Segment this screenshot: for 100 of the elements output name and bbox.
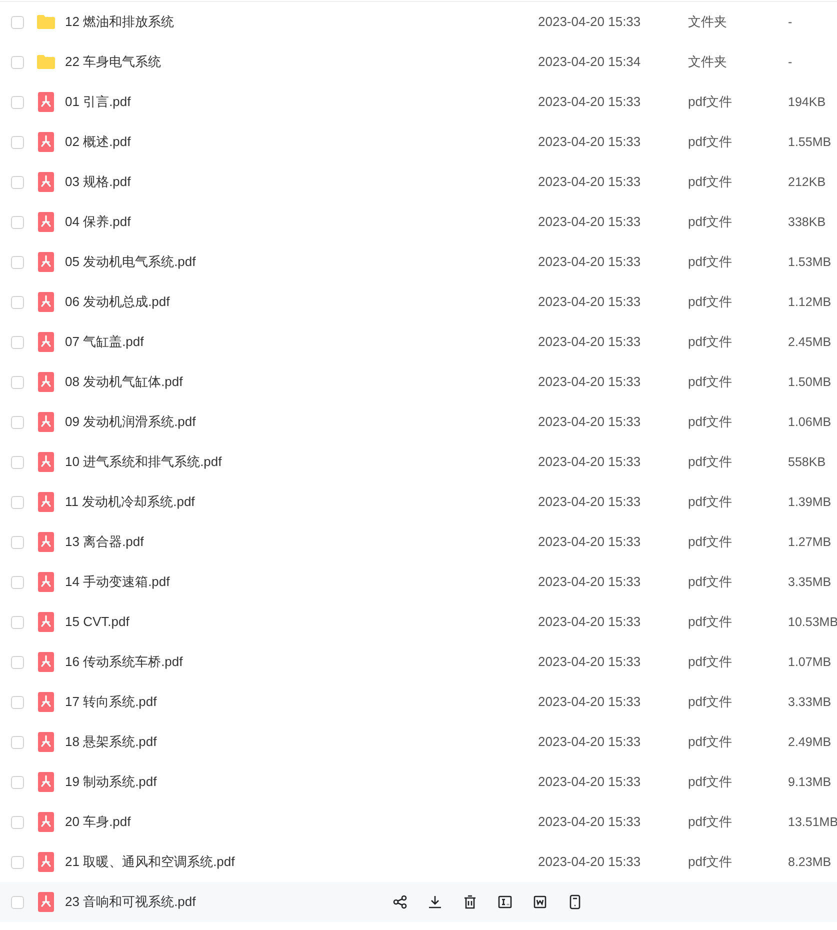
pdf-icon: [38, 732, 54, 752]
file-size: 558KB: [788, 454, 826, 471]
file-type: pdf文件: [688, 773, 734, 792]
file-name[interactable]: 03 规格.pdf: [65, 172, 375, 192]
file-size: 3.33MB: [788, 694, 832, 711]
checkbox[interactable]: [11, 496, 24, 508]
file-name[interactable]: 01 引言.pdf: [65, 92, 375, 112]
checkbox[interactable]: [11, 736, 24, 748]
folder-icon: [36, 14, 56, 30]
file-name[interactable]: 18 悬架系统.pdf: [65, 732, 375, 752]
file-size: 194KB: [788, 94, 826, 111]
checkbox[interactable]: [11, 576, 24, 588]
file-name[interactable]: 11 发动机冷却系统.pdf: [65, 492, 375, 512]
file-name[interactable]: 14 手动变速箱.pdf: [65, 572, 375, 592]
file-size: 2.45MB: [788, 334, 832, 351]
checkbox[interactable]: [11, 776, 24, 788]
checkbox[interactable]: [11, 296, 24, 308]
checkbox[interactable]: [11, 616, 24, 628]
file-name[interactable]: 20 车身.pdf: [65, 812, 375, 832]
folder-icon: [36, 54, 56, 70]
modified-date: 2023-04-20 15:33: [538, 413, 642, 432]
file-name[interactable]: 06 发动机总成.pdf: [65, 292, 375, 312]
pdf-icon: [38, 252, 54, 272]
modified-date: 2023-04-20 15:33: [538, 13, 642, 32]
file-type: pdf文件: [688, 93, 734, 112]
pdf-icon: [38, 892, 54, 912]
file-type: pdf文件: [688, 613, 734, 632]
file-size: 1.06MB: [788, 414, 832, 431]
checkbox[interactable]: [11, 336, 24, 348]
file-name[interactable]: 05 发动机电气系统.pdf: [65, 252, 375, 272]
file-type: pdf文件: [688, 373, 734, 392]
pdf-icon: [38, 532, 54, 552]
modified-date: 2023-04-20 15:33: [538, 613, 642, 632]
file-size: 8.23MB: [788, 854, 832, 871]
file-type: pdf文件: [688, 413, 734, 432]
checkbox[interactable]: [11, 696, 24, 708]
file-name[interactable]: 17 转向系统.pdf: [65, 692, 375, 712]
file-name[interactable]: 16 传动系统车桥.pdf: [65, 652, 375, 672]
checkbox[interactable]: [11, 256, 24, 268]
file-size: 1.53MB: [788, 254, 832, 271]
file-type: pdf文件: [688, 853, 734, 872]
file-name[interactable]: 19 制动系统.pdf: [65, 772, 375, 792]
file-name[interactable]: 22 车身电气系统: [65, 52, 375, 72]
checkbox[interactable]: [11, 56, 24, 68]
file-size: 3.35MB: [788, 574, 832, 591]
modified-date: 2023-04-20 15:33: [538, 133, 642, 152]
file-name[interactable]: 09 发动机润滑系统.pdf: [65, 412, 375, 432]
file-type: pdf文件: [688, 453, 734, 472]
modified-date: 2023-04-20 15:33: [538, 293, 642, 312]
file-type: pdf文件: [688, 333, 734, 352]
file-size: 10.53MB: [788, 614, 837, 631]
modified-date: 2023-04-20 15:33: [538, 253, 642, 272]
file-name[interactable]: 12 燃油和排放系统: [65, 12, 375, 32]
file-size: 1.55MB: [788, 134, 832, 151]
modified-date: 2023-04-20 15:33: [538, 533, 642, 552]
checkbox[interactable]: [11, 896, 24, 908]
checkbox[interactable]: [11, 96, 24, 108]
file-type: pdf文件: [688, 173, 734, 192]
modified-date: 2023-04-20 15:33: [538, 853, 642, 872]
pdf-icon: [38, 772, 54, 792]
file-size: -: [788, 14, 792, 31]
pdf-icon: [38, 852, 54, 872]
file-name[interactable]: 15 CVT.pdf: [65, 612, 375, 632]
checkbox[interactable]: [11, 816, 24, 828]
file-name[interactable]: 13 离合器.pdf: [65, 532, 375, 552]
file-name[interactable]: 23 音响和可视系统.pdf: [65, 892, 375, 912]
file-name[interactable]: 04 保养.pdf: [65, 212, 375, 232]
modified-date: 2023-04-20 15:33: [538, 333, 642, 352]
file-type: pdf文件: [688, 653, 734, 672]
file-name[interactable]: 08 发动机气缸体.pdf: [65, 372, 375, 392]
checkbox[interactable]: [11, 176, 24, 188]
checkbox[interactable]: [11, 16, 24, 28]
pdf-icon: [38, 212, 54, 232]
checkbox[interactable]: [11, 376, 24, 388]
pdf-icon: [38, 612, 54, 632]
checkbox[interactable]: [11, 536, 24, 548]
file-name[interactable]: 21 取暖、通风和空调系统.pdf: [65, 852, 375, 872]
file-name[interactable]: 02 概述.pdf: [65, 132, 375, 152]
checkbox[interactable]: [11, 136, 24, 148]
file-type: 文件夹: [688, 13, 728, 32]
pdf-icon: [38, 132, 54, 152]
pdf-icon: [38, 692, 54, 712]
file-size: 2.49MB: [788, 734, 832, 751]
file-size: 1.27MB: [788, 534, 832, 551]
file-name[interactable]: 07 气缸盖.pdf: [65, 332, 375, 352]
file-size: 1.50MB: [788, 374, 832, 391]
checkbox[interactable]: [11, 656, 24, 668]
checkbox[interactable]: [11, 856, 24, 868]
checkbox[interactable]: [11, 456, 24, 468]
file-size: 9.13MB: [788, 774, 832, 791]
checkbox[interactable]: [11, 216, 24, 228]
checkbox[interactable]: [11, 416, 24, 428]
file-type: pdf文件: [688, 733, 734, 752]
file-name[interactable]: 10 进气系统和排气系统.pdf: [65, 452, 375, 472]
pdf-icon: [38, 92, 54, 112]
modified-date: 2023-04-20 15:33: [538, 573, 642, 592]
file-row[interactable]: 23 音响和可视系统.pdf: [0, 882, 837, 922]
file-type: pdf文件: [688, 133, 734, 152]
modified-date: 2023-04-20 15:34: [538, 53, 642, 72]
file-type: pdf文件: [688, 213, 734, 232]
